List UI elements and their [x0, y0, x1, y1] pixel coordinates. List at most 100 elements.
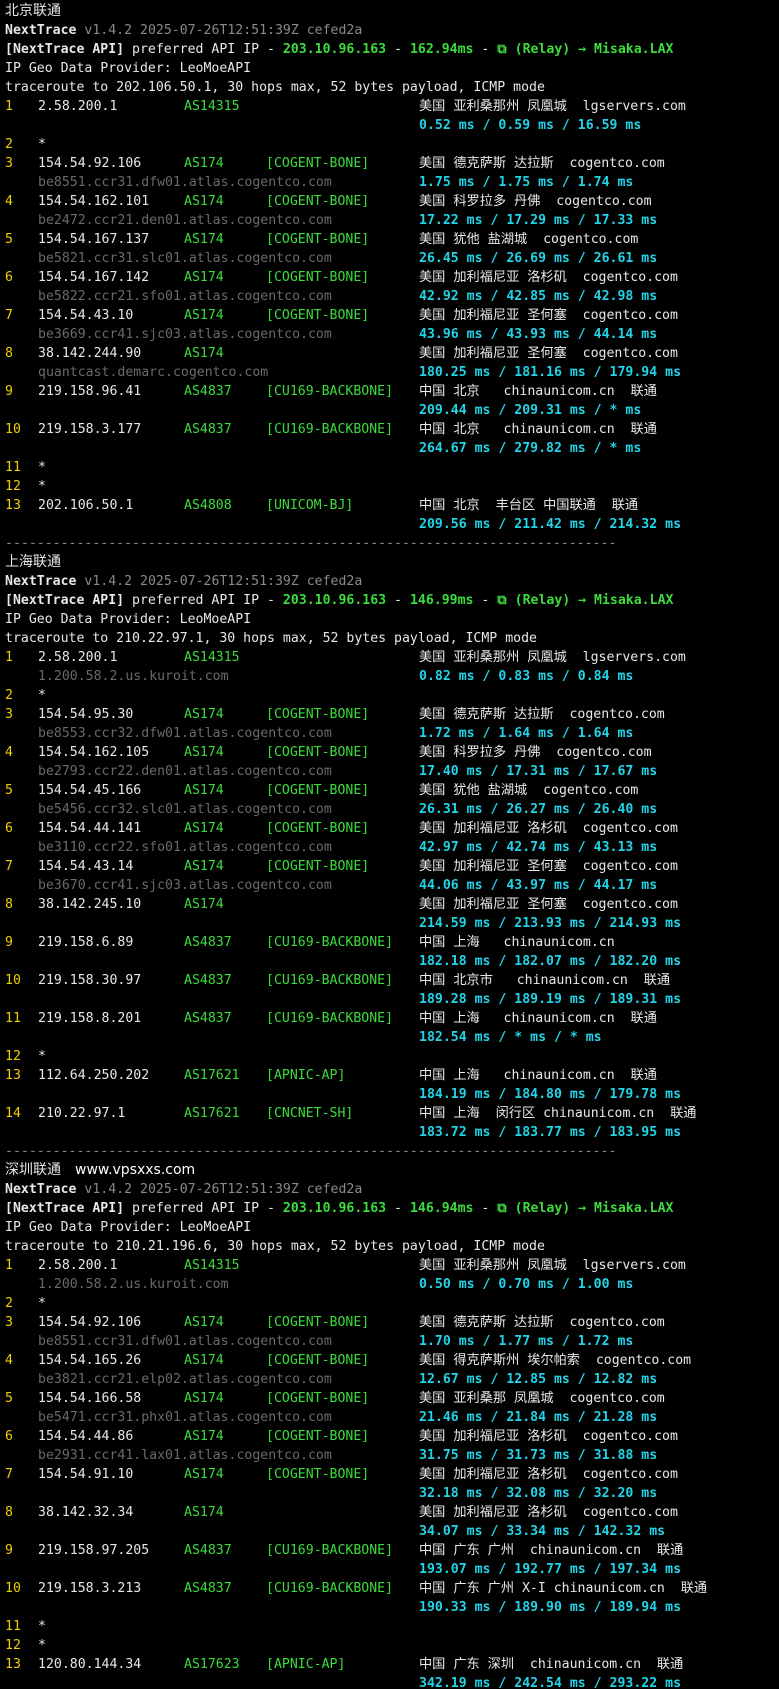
hop-ip: * — [38, 688, 46, 703]
hop-ip: 112.64.250.202 — [38, 1068, 150, 1083]
hop-line: 7 154.54.43.10 AS174 [COGENT-BONE] 美国 加利福尼亚 … — [5, 306, 779, 325]
hop-geo: 美国 科罗拉多 丹佛 cogentco.com — [419, 745, 652, 760]
separator-line: ----------------------------------------… — [5, 1142, 779, 1161]
hop-ip: * — [38, 1619, 46, 1634]
hop-asn: AS174 — [184, 1391, 224, 1406]
hop-line: 1 2.58.200.1 AS14315 美国 亚利桑那州 凤凰城 lgservers… — [5, 97, 779, 116]
hop-hostname: be8551.ccr31.dfw01.atlas.cogentco.com — [38, 175, 332, 190]
api-label: [NextTrace API] — [5, 42, 125, 57]
hop-ip: 219.158.96.41 — [38, 384, 142, 399]
hop-rtt: 182.54 ms / * ms / * ms — [419, 1030, 602, 1045]
hop-number: 13 — [5, 498, 21, 513]
hop-rtt: 1.75 ms / 1.75 ms / 1.74 ms — [419, 175, 634, 190]
tool-version: v1.4.2 2025-07-26T12:51:39Z cefed2a — [84, 574, 363, 589]
hop-network-tag: [COGENT-BONE] — [266, 1467, 370, 1482]
hop-asn: AS174 — [184, 745, 224, 760]
hop-ip: 154.54.162.105 — [38, 745, 150, 760]
hop-rtt: 42.97 ms / 42.74 ms / 43.13 ms — [419, 840, 658, 855]
hop-geo: 中国 上海 chinaunicom.cn 联通 — [419, 1068, 657, 1083]
hop-hostname: be3669.ccr41.sjc03.atlas.cogentco.com — [38, 327, 332, 342]
hop-detail-line: be8553.ccr32.dfw01.atlas.cogentco.com 1.7… — [5, 724, 779, 743]
hop-asn: AS174 — [184, 308, 224, 323]
hop-detail-line: 0.52 ms / 0.59 ms / 16.59 ms — [5, 116, 779, 135]
api-latency: 146.94ms — [409, 1201, 474, 1216]
hop-line: 5 154.54.166.58 AS174 [COGENT-BONE] 美国 亚利桑那 … — [5, 1389, 779, 1408]
hop-hostname: be5456.ccr32.slc01.atlas.cogentco.com — [38, 802, 332, 817]
hop-geo: 美国 加利福尼亚 洛杉矶 cogentco.com — [419, 1467, 678, 1482]
hop-detail-line: 183.72 ms / 183.77 ms / 183.95 ms — [5, 1123, 779, 1142]
hop-number: 2 — [5, 1296, 13, 1311]
hop-detail-line: be3110.ccr22.sfo01.atlas.cogentco.com 42.… — [5, 838, 779, 857]
hop-asn: AS174 — [184, 897, 224, 912]
hop-asn: AS4808 — [184, 498, 232, 513]
hop-geo: 美国 亚利桑那州 凤凰城 lgservers.com — [419, 99, 686, 114]
hop-asn: AS4837 — [184, 1543, 232, 1558]
relay-info: ⧉ (Relay) → Misaka.LAX — [497, 1201, 674, 1216]
hop-ip: * — [38, 460, 46, 475]
tool-version: v1.4.2 2025-07-26T12:51:39Z cefed2a — [84, 23, 363, 38]
hop-line: 8 38.142.244.90 AS174 美国 加利福尼亚 圣何塞 cogentco… — [5, 344, 779, 363]
hop-asn: AS4837 — [184, 422, 232, 437]
traceroute-command: traceroute to 210.21.196.6, 30 hops max,… — [5, 1239, 545, 1254]
hop-number: 8 — [5, 346, 13, 361]
hop-ip: 154.54.44.86 — [38, 1429, 134, 1444]
hop-line: 12 * — [5, 1047, 779, 1066]
api-text: preferred API IP - — [124, 1201, 283, 1216]
hop-ip: 154.54.167.137 — [38, 232, 150, 247]
hop-line: 12 * — [5, 477, 779, 496]
hop-network-tag: [CU169-BACKBONE] — [266, 935, 394, 950]
hop-geo: 中国 上海 chinaunicom.cn 联通 — [419, 1011, 657, 1026]
hop-rtt: 44.06 ms / 43.97 ms / 44.17 ms — [419, 878, 658, 893]
hop-number: 10 — [5, 1581, 21, 1596]
hop-line: 11 * — [5, 1617, 779, 1636]
hop-ip: 154.54.162.101 — [38, 194, 150, 209]
hop-geo: 美国 得克萨斯州 埃尔帕索 cogentco.com — [419, 1353, 692, 1368]
hop-rtt: 1.70 ms / 1.77 ms / 1.72 ms — [419, 1334, 634, 1349]
hop-rtt: 264.67 ms / 279.82 ms / * ms — [419, 441, 642, 456]
hop-rtt: 182.18 ms / 182.07 ms / 182.20 ms — [419, 954, 682, 969]
hop-line: 10 219.158.3.213 AS4837 [CU169-BACKBONE] 中国 … — [5, 1579, 779, 1598]
hop-rtt: 209.56 ms / 211.42 ms / 214.32 ms — [419, 517, 682, 532]
hop-detail-line: 189.28 ms / 189.19 ms / 189.31 ms — [5, 990, 779, 1009]
hop-ip: 154.54.43.10 — [38, 308, 134, 323]
section-title: 北京联通 — [5, 3, 61, 19]
hop-geo: 中国 北京 丰台区 中国联通 联通 — [419, 498, 639, 513]
hop-geo: 中国 广东 广州 chinaunicom.cn 联通 — [419, 1543, 684, 1558]
hop-hostname: be2793.ccr22.den01.atlas.cogentco.com — [38, 764, 332, 779]
section-title-line: 深圳联通 www.vpsxxs.com — [5, 1161, 779, 1180]
hop-number: 6 — [5, 270, 13, 285]
hop-asn: AS174 — [184, 1353, 224, 1368]
hop-rtt: 342.19 ms / 242.54 ms / 293.22 ms — [419, 1676, 682, 1689]
separator: ----------------------------------------… — [5, 1144, 617, 1159]
hop-line: 4 154.54.165.26 AS174 [COGENT-BONE] 美国 得克萨斯州… — [5, 1351, 779, 1370]
hop-line: 4 154.54.162.105 AS174 [COGENT-BONE] 美国 科罗拉多… — [5, 743, 779, 762]
hop-asn: AS174 — [184, 859, 224, 874]
terminal-window: 北京联通 NextTrace v1.4.2 2025-07-26T12:51:39… — [0, 0, 779, 1689]
hop-ip: 219.158.3.213 — [38, 1581, 142, 1596]
hop-ip: 38.142.244.90 — [38, 346, 142, 361]
hop-line: 1 2.58.200.1 AS14315 美国 亚利桑那州 凤凰城 lgservers… — [5, 1256, 779, 1275]
hop-geo: 美国 犹他 盐湖城 cogentco.com — [419, 783, 639, 798]
hop-network-tag: [COGENT-BONE] — [266, 707, 370, 722]
hop-network-tag: [CU169-BACKBONE] — [266, 1581, 394, 1596]
hop-ip: 219.158.97.205 — [38, 1543, 150, 1558]
hop-number: 12 — [5, 479, 21, 494]
hop-line: 14 210.22.97.1 AS17621 [CNCNET-SH] 中国 上海 闵行区… — [5, 1104, 779, 1123]
hop-asn: AS174 — [184, 346, 224, 361]
hop-ip: * — [38, 1296, 46, 1311]
api-line: [NextTrace API] preferred API IP - 203.1… — [5, 40, 779, 59]
api-label: [NextTrace API] — [5, 1201, 125, 1216]
separator: ----------------------------------------… — [5, 536, 617, 551]
hop-ip: 2.58.200.1 — [38, 650, 118, 665]
api-label: [NextTrace API] — [5, 593, 125, 608]
hop-asn: AS4837 — [184, 1011, 232, 1026]
hop-ip: * — [38, 479, 46, 494]
api-latency: 162.94ms — [409, 42, 474, 57]
api-ip: 203.10.96.163 — [282, 593, 387, 608]
api-line: [NextTrace API] preferred API IP - 203.1… — [5, 1199, 779, 1218]
hop-geo: 中国 广东 广州 X-I chinaunicom.cn 联通 — [419, 1581, 708, 1596]
hop-rtt: 0.52 ms / 0.59 ms / 16.59 ms — [419, 118, 642, 133]
api-ip: 203.10.96.163 — [282, 1201, 387, 1216]
section-title-line: 北京联通 — [5, 2, 779, 21]
hop-network-tag: [COGENT-BONE] — [266, 1391, 370, 1406]
